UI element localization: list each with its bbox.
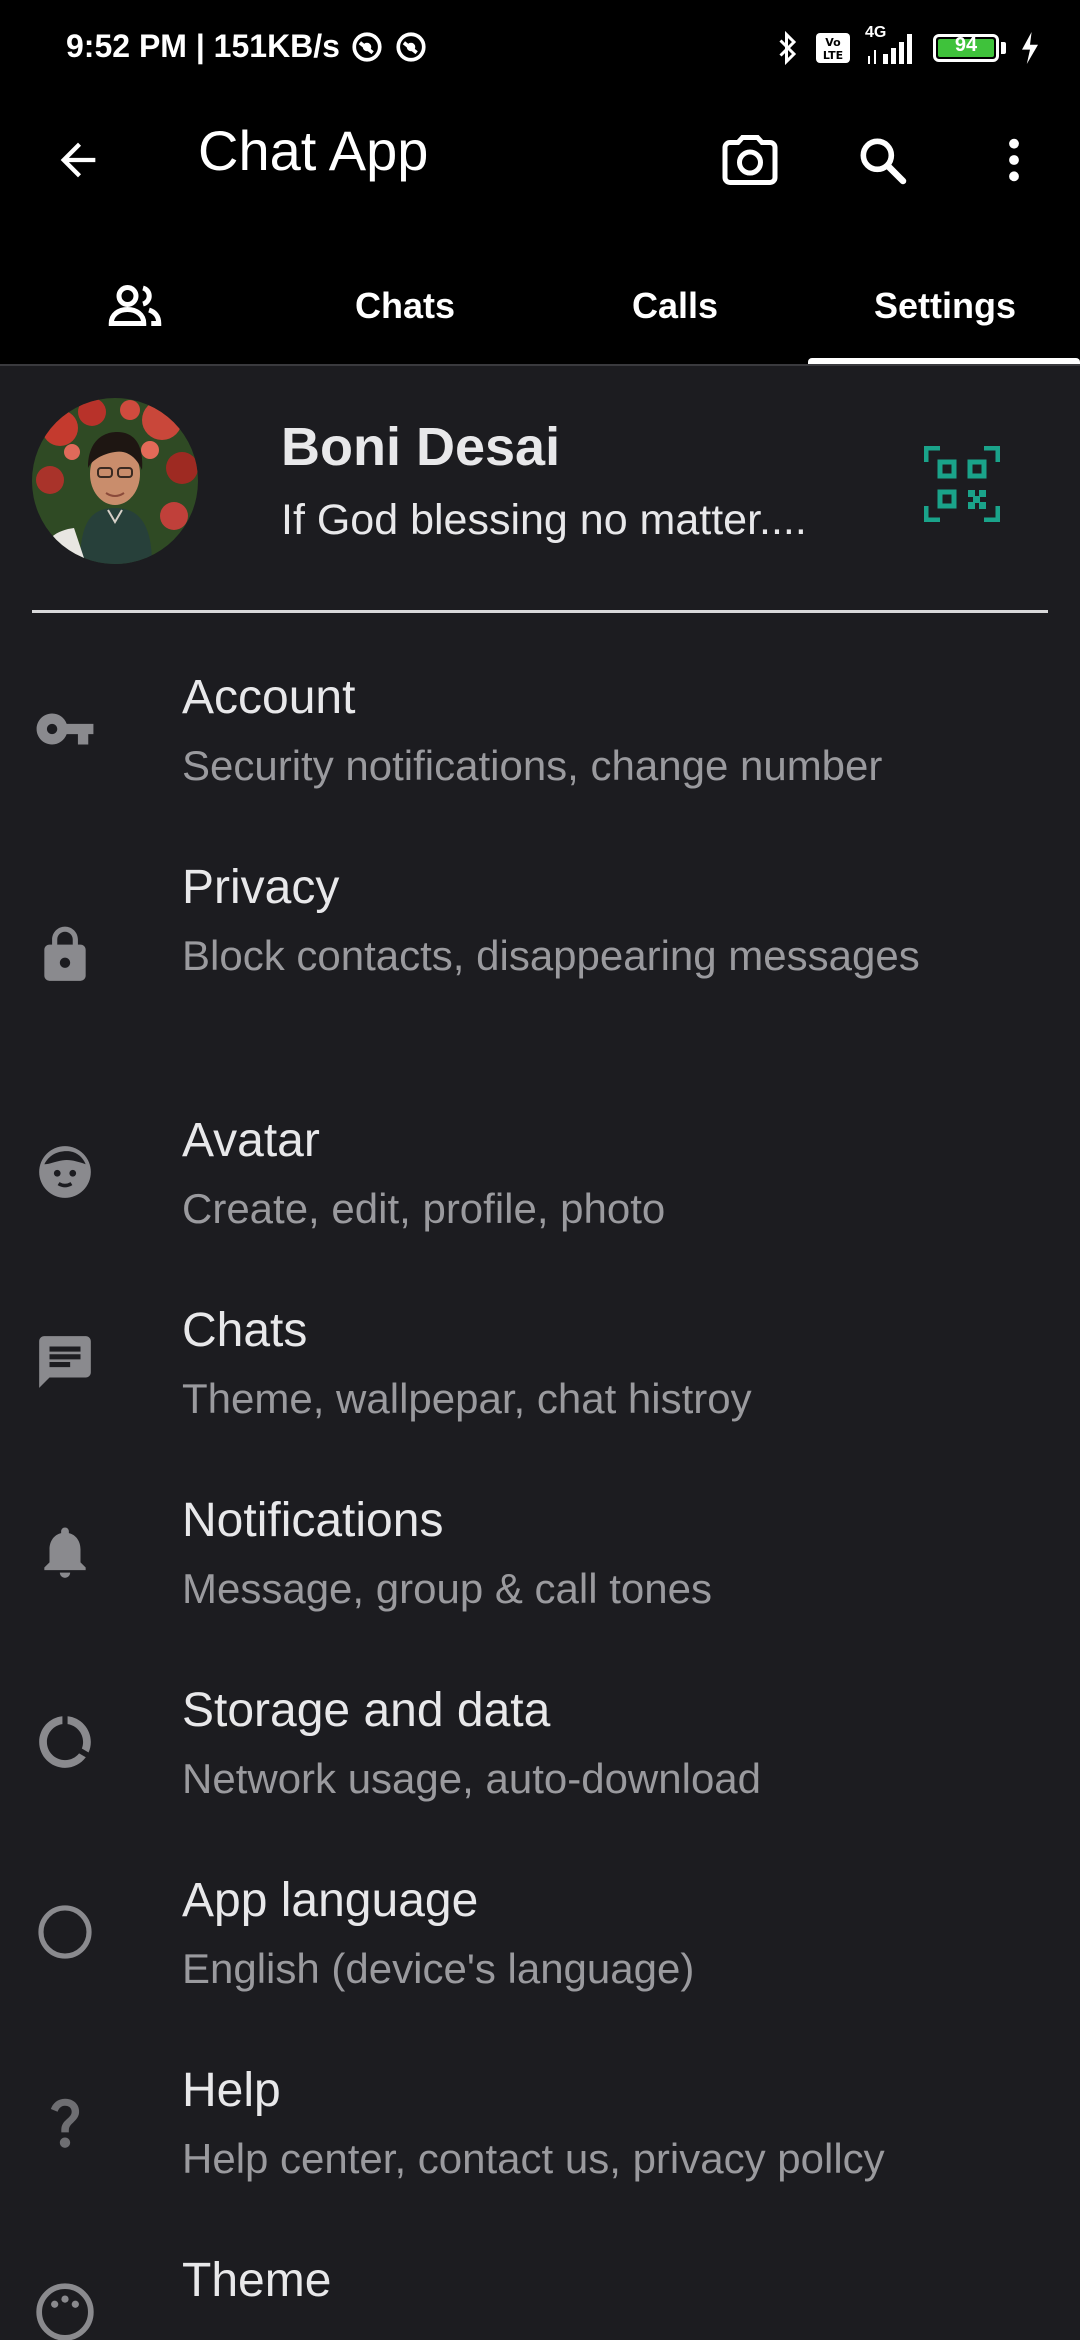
menu-item-theme[interactable]: Theme xyxy=(0,2237,1080,2340)
profile-name: Boni Desai xyxy=(281,417,561,477)
menu-item-storage[interactable]: Storage and data Network usage, auto-dow… xyxy=(0,1667,1080,1817)
menu-item-notifications[interactable]: Notifications Message, group & call tone… xyxy=(0,1477,1080,1627)
menu-title: Avatar xyxy=(182,1114,320,1167)
menu-subtitle: Security notifications, change number xyxy=(182,742,883,789)
profile-status: If God blessing no matter.... xyxy=(281,496,807,544)
tab-bar: Chats Calls Settings xyxy=(0,250,1080,366)
menu-item-help[interactable]: Help Help center, contact us, privacy po… xyxy=(0,2047,1080,2197)
menu-subtitle: Block contacts, disappearing messages xyxy=(182,932,920,979)
search-icon xyxy=(860,138,907,185)
theme-icon xyxy=(32,2279,98,2340)
menu-title: Theme xyxy=(182,2254,332,2307)
lock-icon xyxy=(32,922,98,988)
status-right: Vo LTE 4G 94 xyxy=(775,24,1040,66)
tab-community[interactable] xyxy=(0,250,270,362)
menu-subtitle: Help center, contact us, privacy pollcy xyxy=(182,2135,885,2182)
qr-code-icon xyxy=(923,445,1001,523)
menu-subtitle: Network usage, auto-download xyxy=(182,1755,762,1802)
charging-icon xyxy=(1022,32,1038,64)
globe-icon xyxy=(32,1899,98,1965)
menu-item-app-language[interactable]: App language English (device's language) xyxy=(0,1857,1080,2007)
tab-calls[interactable]: Calls xyxy=(540,250,810,362)
storage-icon xyxy=(32,1709,98,1775)
more-options-button[interactable] xyxy=(978,124,1050,196)
back-arrow-icon xyxy=(60,142,96,178)
camera-icon xyxy=(722,135,778,185)
tab-chats[interactable]: Chats xyxy=(270,250,540,362)
bell-icon xyxy=(32,1519,98,1585)
menu-subtitle: Create, edit, profile, photo xyxy=(182,1185,666,1232)
menu-title: Notifications xyxy=(182,1494,444,1547)
qr-code-button[interactable] xyxy=(923,445,1001,523)
avatar-photo xyxy=(32,398,198,564)
community-icon xyxy=(108,284,162,326)
profile-divider xyxy=(32,610,1048,613)
search-button[interactable] xyxy=(846,124,918,196)
status-left: 9:52 PM | 151KB/s xyxy=(66,28,428,65)
menu-item-account[interactable]: Account Security notifications, change n… xyxy=(0,654,1080,804)
menu-title: App language xyxy=(182,1874,479,1927)
app-title: Chat App xyxy=(198,119,429,182)
more-vert-icon xyxy=(1009,138,1019,182)
profile-card[interactable]: Boni Desai If God blessing no matter.... xyxy=(0,366,1080,613)
menu-item-avatar[interactable]: Avatar Create, edit, profile, photo xyxy=(0,1097,1080,1247)
dnd-icon xyxy=(396,31,426,62)
avatar-face-icon xyxy=(32,1139,98,1205)
tab-settings[interactable]: Settings xyxy=(810,250,1080,362)
back-button[interactable] xyxy=(44,126,112,194)
status-time-speed: 9:52 PM | 151KB/s xyxy=(66,28,340,64)
svg-text:Vo: Vo xyxy=(825,36,841,49)
menu-title: Help xyxy=(182,2064,281,2117)
bluetooth-icon xyxy=(779,30,797,66)
camera-button[interactable] xyxy=(714,124,786,196)
battery-nub xyxy=(1001,42,1006,54)
svg-text:LTE: LTE xyxy=(823,49,843,62)
menu-title: Account xyxy=(182,671,356,724)
menu-item-privacy[interactable]: Privacy Block contacts, disappearing mes… xyxy=(0,844,1080,1054)
menu-subtitle: English (device's language) xyxy=(182,1945,695,1992)
menu-subtitle: Theme, wallpepar, chat histroy xyxy=(182,1375,752,1422)
battery-icon: 94 xyxy=(933,34,999,62)
battery-level: 94 xyxy=(954,34,978,56)
help-icon xyxy=(32,2089,98,2155)
key-icon xyxy=(32,696,98,762)
menu-title: Chats xyxy=(182,1304,308,1357)
signal-icon: 4G xyxy=(865,24,919,66)
volte-icon: VoLTE xyxy=(816,33,850,63)
app-bar: Chat App xyxy=(0,100,1080,250)
chat-icon xyxy=(32,1329,98,1395)
menu-title: Privacy xyxy=(182,861,340,914)
status-bar: 9:52 PM | 151KB/s Vo LTE 4G 94 xyxy=(0,0,1080,100)
dnd-icon xyxy=(352,31,382,62)
menu-title: Storage and data xyxy=(182,1684,551,1737)
avatar[interactable] xyxy=(32,398,198,564)
menu-item-chats[interactable]: Chats Theme, wallpepar, chat histroy xyxy=(0,1287,1080,1437)
menu-subtitle: Message, group & call tones xyxy=(182,1565,712,1612)
